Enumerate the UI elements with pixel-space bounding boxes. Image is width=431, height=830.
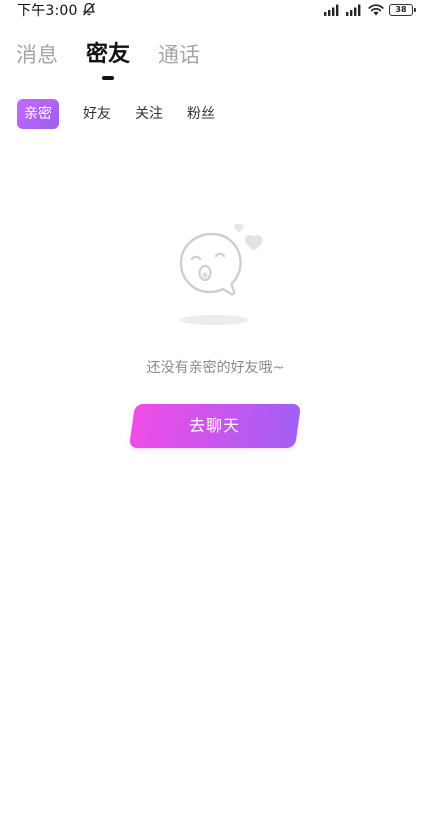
empty-state-message: 还没有亲密的好友哦~ [146,360,285,376]
go-chat-button[interactable]: 去聊天 [128,404,302,448]
tab-close-friends[interactable]: 密友 [86,40,130,80]
status-left: 下午3:00 [17,1,97,21]
tab-messages[interactable]: 消息 [16,40,58,80]
tab-messages-label: 消息 [16,43,58,67]
battery-level: 38 [395,5,407,14]
subtab-fans[interactable]: 粉丝 [187,99,215,129]
wifi-icon [368,1,384,20]
main-tabs: 消息 密友 通话 [16,40,200,80]
status-right: 38 [324,1,416,20]
signal-icon [324,1,341,20]
tab-calls-label: 通话 [158,43,201,67]
empty-ghost-icon [170,218,270,330]
active-tab-indicator [102,76,114,80]
subtab-friends[interactable]: 好友 [83,99,111,129]
subtab-intimate[interactable]: 亲密 [17,99,59,129]
silent-mode-icon [81,1,97,21]
status-bar: 下午3:00 38 [0,0,431,22]
go-chat-button-label: 去聊天 [189,416,241,435]
status-time: 下午3:00 [17,3,78,19]
subtab-following[interactable]: 关注 [135,99,163,129]
signal-icon-2 [346,1,363,20]
tab-close-friends-label: 密友 [86,42,131,67]
sub-tabs: 亲密 好友 关注 粉丝 [17,99,215,129]
tab-calls[interactable]: 通话 [158,40,200,80]
battery-icon: 38 [389,4,416,16]
